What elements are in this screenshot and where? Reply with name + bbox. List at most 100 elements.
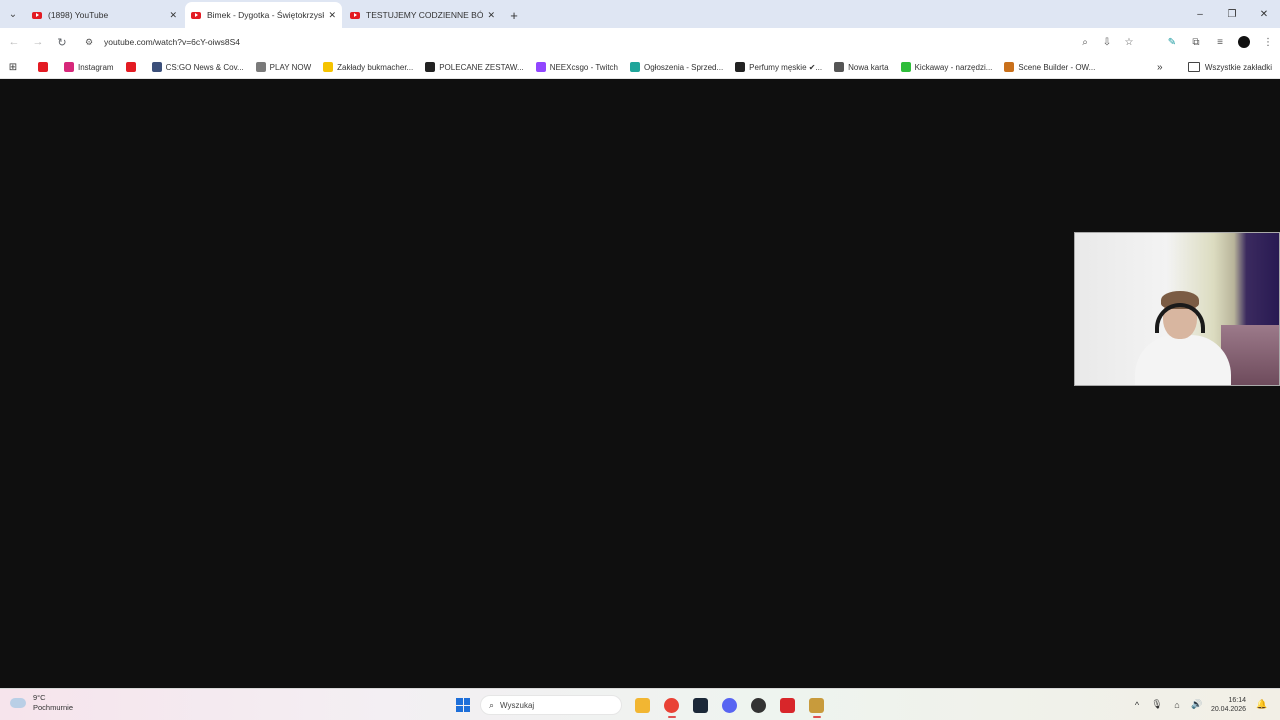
steam-taskbar-icon[interactable] bbox=[688, 692, 714, 718]
steam-icon bbox=[693, 697, 708, 713]
extension-icon[interactable]: ✎ bbox=[1160, 37, 1184, 48]
address-bar[interactable]: ⚙ youtube.com/watch?v=6cY-oiws8S4 ⌕ ⇩ ☆ bbox=[80, 31, 1140, 53]
bookmark-item[interactable] bbox=[38, 62, 52, 72]
profile-avatar[interactable] bbox=[1238, 36, 1250, 48]
bookmark-star-icon[interactable]: ☆ bbox=[1118, 37, 1140, 48]
tab-testujemy[interactable]: TESTUJEMY CODZIENNE BÓLE ✕ bbox=[344, 2, 501, 28]
tab-youtube-home[interactable]: (1898) YouTube ✕ bbox=[26, 2, 183, 28]
bookmark-favicon-icon bbox=[834, 62, 845, 72]
bookmark-favicon-icon bbox=[535, 62, 546, 72]
back-icon[interactable]: ← bbox=[2, 30, 26, 54]
bookmark-favicon-icon bbox=[900, 62, 911, 72]
bookmark-item[interactable]: Perfumy męskie ✔... bbox=[735, 62, 822, 72]
system-tray: ^ 🎙 ⌂ 🔊 16:14 20.04.2026 🔔 bbox=[1127, 689, 1272, 720]
app-dark-taskbar-icon[interactable] bbox=[746, 692, 772, 718]
taskbar-search[interactable]: ⌕ Wyszukaj bbox=[480, 695, 622, 715]
toolbar-actions: ✎ ⧉ ≡ ⋮ bbox=[1160, 28, 1280, 56]
media-controls-icon[interactable]: ≡ bbox=[1208, 37, 1232, 48]
window-controls: – ❐ ✕ bbox=[1184, 0, 1280, 28]
bookmark-label: Perfumy męskie ✔... bbox=[749, 62, 823, 72]
tab-close-icon[interactable]: ✕ bbox=[328, 10, 336, 21]
extensions-puzzle-icon[interactable]: ⧉ bbox=[1184, 37, 1208, 48]
all-bookmarks-button[interactable]: Wszystkie zakładki bbox=[1187, 56, 1272, 78]
bookmark-item[interactable] bbox=[125, 62, 140, 72]
webcam-overlay bbox=[1074, 232, 1280, 386]
tab-strip: ⌄ (1898) YouTube ✕ Bimek - Dygotka - Świ… bbox=[0, 0, 1280, 28]
cloud-icon bbox=[10, 698, 26, 708]
microphone-icon[interactable]: 🎙 bbox=[1147, 699, 1167, 710]
discord-icon bbox=[722, 697, 737, 713]
weather-widget[interactable]: 9°C Pochmurnie bbox=[10, 693, 73, 713]
league-taskbar-icon[interactable] bbox=[804, 692, 830, 718]
bookmarks-bar: ⊞ Instagram CS:GO News & Cov... PLAY NOW Za… bbox=[0, 56, 1280, 79]
clock[interactable]: 16:14 20.04.2026 bbox=[1211, 696, 1246, 714]
taskbar-center: ⌕ Wyszukaj bbox=[452, 692, 831, 718]
volume-icon[interactable]: 🔊 bbox=[1187, 699, 1207, 710]
close-window-icon[interactable]: ✕ bbox=[1248, 0, 1280, 28]
bookmark-favicon-icon bbox=[323, 62, 334, 72]
bookmark-favicon-icon bbox=[1004, 62, 1015, 72]
weather-desc: Pochmurnie bbox=[33, 703, 74, 712]
all-bookmarks-label: Wszystkie zakładki bbox=[1204, 62, 1272, 72]
app-red-icon bbox=[780, 697, 795, 713]
bookmark-item[interactable]: Scene Builder - OW... bbox=[1004, 62, 1095, 72]
app-red-taskbar-icon[interactable] bbox=[775, 692, 801, 718]
webcam-person-body bbox=[1135, 335, 1231, 385]
bookmark-label: Kickaway - narzędzi... bbox=[914, 62, 993, 72]
league-icon bbox=[809, 697, 824, 713]
chrome-icon bbox=[664, 697, 679, 713]
start-button[interactable] bbox=[452, 694, 474, 716]
youtube-icon bbox=[350, 11, 360, 19]
bookmark-item[interactable]: CS:GO News & Cov... bbox=[151, 62, 244, 72]
bookmark-item[interactable]: PLAY NOW bbox=[255, 62, 312, 72]
tab-close-icon[interactable]: ✕ bbox=[169, 10, 177, 21]
headset-icon bbox=[1155, 303, 1205, 333]
tab-search-icon[interactable]: ⌄ bbox=[0, 0, 26, 28]
bookmark-item[interactable]: POLECANE ZESTAW... bbox=[425, 62, 524, 72]
chrome-taskbar-icon[interactable] bbox=[659, 692, 685, 718]
more-bookmarks-icon[interactable]: » bbox=[1157, 56, 1163, 78]
install-app-icon[interactable]: ⇩ bbox=[1096, 37, 1118, 48]
bookmark-favicon-icon bbox=[255, 62, 266, 72]
bookmark-item[interactable]: NEEXcsgo - Twitch bbox=[535, 62, 619, 72]
file-explorer-taskbar-icon[interactable] bbox=[630, 692, 656, 718]
weather-temp: 9°C bbox=[33, 693, 46, 702]
minimize-icon[interactable]: – bbox=[1184, 0, 1216, 28]
tab-close-icon[interactable]: ✕ bbox=[487, 10, 495, 21]
site-info-icon[interactable]: ⚙ bbox=[80, 37, 98, 48]
windows-taskbar: 9°C Pochmurnie ⌕ Wyszukaj ^ 🎙 ⌂ 🔊 16:14 … bbox=[0, 688, 1280, 720]
bookmark-label: Ogłoszenia - Sprzed... bbox=[644, 62, 724, 72]
clock-time: 16:14 bbox=[1228, 696, 1246, 704]
bookmark-label: CS:GO News & Cov... bbox=[165, 62, 244, 72]
bookmark-label: NEEXcsgo - Twitch bbox=[549, 62, 619, 72]
bookmark-favicon-icon bbox=[735, 62, 746, 72]
new-tab-button[interactable]: + bbox=[503, 2, 525, 28]
bookmark-label: POLECANE ZESTAW... bbox=[439, 62, 524, 72]
bookmark-label: Instagram bbox=[78, 62, 114, 72]
clock-date: 20.04.2026 bbox=[1210, 705, 1246, 713]
bookmark-item[interactable]: Instagram bbox=[64, 62, 114, 72]
bookmark-item[interactable]: Ogłoszenia - Sprzed... bbox=[630, 62, 723, 72]
bookmark-item[interactable]: Zakłady bukmacher... bbox=[323, 62, 413, 72]
folder-icon bbox=[1187, 62, 1200, 72]
omnibox-actions: ⌕ ⇩ ☆ bbox=[1074, 31, 1140, 53]
chevron-up-icon[interactable]: ^ bbox=[1127, 700, 1147, 710]
zoom-icon[interactable]: ⌕ bbox=[1074, 37, 1096, 48]
video-page[interactable] bbox=[0, 79, 1280, 688]
maximize-icon[interactable]: ❐ bbox=[1216, 0, 1248, 28]
forward-icon[interactable]: → bbox=[26, 30, 50, 54]
notification-bell-icon[interactable]: 🔔 bbox=[1252, 699, 1272, 710]
reload-icon[interactable]: ↻ bbox=[50, 30, 74, 54]
menu-icon[interactable]: ⋮ bbox=[1256, 37, 1280, 48]
bookmark-favicon-icon bbox=[630, 62, 641, 72]
bookmark-item[interactable]: Kickaway - narzędzi... bbox=[900, 62, 993, 72]
apps-grid-icon[interactable]: ⊞ bbox=[0, 62, 26, 73]
bookmark-item[interactable]: Nowa karta bbox=[834, 62, 889, 72]
network-icon[interactable]: ⌂ bbox=[1167, 700, 1187, 710]
url-text[interactable]: youtube.com/watch?v=6cY-oiws8S4 bbox=[104, 37, 240, 47]
youtube-icon bbox=[32, 11, 42, 19]
bookmark-favicon-icon bbox=[64, 62, 74, 72]
discord-taskbar-icon[interactable] bbox=[717, 692, 743, 718]
tab-active-video[interactable]: Bimek - Dygotka - Świętokrzyska ✕ bbox=[185, 2, 342, 28]
bookmark-label: PLAY NOW bbox=[269, 62, 312, 72]
